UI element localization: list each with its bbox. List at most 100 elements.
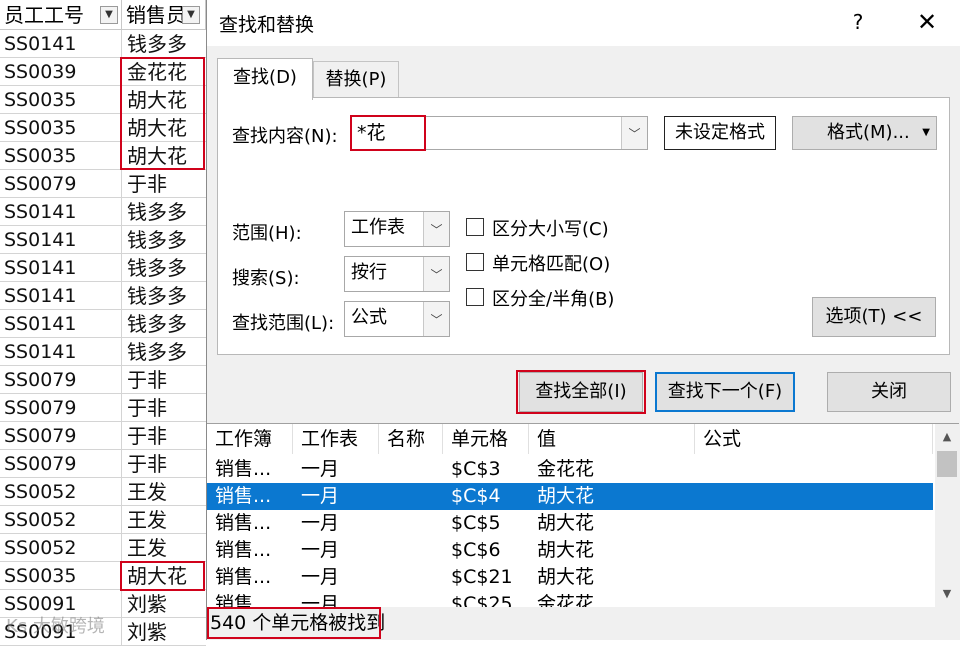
sheet-row[interactable]: SS0079 于非 (0, 170, 206, 198)
find-what-input[interactable]: *花 (357, 117, 386, 149)
search-order-select[interactable]: 按行 ﹀ (344, 256, 450, 292)
salesperson-cell[interactable]: 刘紫 (122, 590, 206, 618)
sheet-row[interactable]: SS0141 钱多多 (0, 338, 206, 366)
find-next-button[interactable]: 查找下一个(F) (655, 372, 795, 412)
match-cell-checkbox[interactable] (466, 253, 484, 271)
tab-replace[interactable]: 替换(P) (313, 61, 399, 98)
salesperson-cell[interactable]: 于非 (122, 394, 206, 422)
salesperson-cell[interactable]: 金花花 (122, 58, 206, 86)
sheet-row[interactable]: SS0052 王发 (0, 506, 206, 534)
salesperson-cell[interactable]: 钱多多 (122, 282, 206, 310)
employee-id-cell[interactable]: SS0035 (0, 142, 122, 170)
format-button[interactable]: 格式(M)... ▼ (792, 116, 937, 150)
results-column-header[interactable]: 单元格 (443, 424, 529, 454)
results-column-header[interactable]: 名称 (379, 424, 443, 454)
salesperson-cell[interactable]: 钱多多 (122, 254, 206, 282)
results-column-header[interactable]: 值 (529, 424, 695, 454)
employee-id-cell[interactable]: SS0079 (0, 450, 122, 478)
sheet-row[interactable]: SS0035 胡大花 (0, 142, 206, 170)
employee-id-cell[interactable]: SS0141 (0, 198, 122, 226)
close-icon[interactable]: ✕ (914, 8, 940, 36)
find-what-combobox[interactable]: *花 ﹀ (350, 116, 648, 150)
salesperson-cell[interactable]: 钱多多 (122, 30, 206, 58)
results-scrollbar[interactable]: ▲ ▼ (935, 424, 959, 607)
result-row[interactable]: 销售... 一月 $C$21 胡大花 (207, 564, 933, 591)
sheet-row[interactable]: SS0141 钱多多 (0, 254, 206, 282)
results-column-header[interactable]: 工作表 (293, 424, 379, 454)
result-row[interactable]: 销售... 一月 $C$3 金花花 (207, 456, 933, 483)
salesperson-cell[interactable]: 于非 (122, 450, 206, 478)
scope-select[interactable]: 工作表 ﹀ (344, 211, 450, 247)
employee-id-cell[interactable]: SS0035 (0, 562, 122, 590)
result-row[interactable]: 销售... 一月 $C$6 胡大花 (207, 537, 933, 564)
match-case-checkbox[interactable] (466, 218, 484, 236)
employee-id-cell[interactable]: SS0079 (0, 422, 122, 450)
salesperson-cell[interactable]: 钱多多 (122, 310, 206, 338)
salesperson-cell[interactable]: 钱多多 (122, 338, 206, 366)
help-icon[interactable]: ? (850, 10, 866, 34)
result-row[interactable]: 销售... 一月 $C$5 胡大花 (207, 510, 933, 537)
filter-dropdown-icon[interactable]: ▼ (182, 6, 200, 24)
sheet-row[interactable]: SS0079 于非 (0, 422, 206, 450)
sheet-row[interactable]: SS0141 钱多多 (0, 30, 206, 58)
look-in-select[interactable]: 公式 ﹀ (344, 301, 450, 337)
salesperson-cell[interactable]: 王发 (122, 506, 206, 534)
close-button[interactable]: 关闭 (827, 372, 951, 412)
sheet-row[interactable]: SS0035 胡大花 (0, 114, 206, 142)
dialog-titlebar[interactable]: 查找和替换 ? ✕ (207, 0, 960, 46)
options-button[interactable]: 选项(T) << (812, 297, 936, 337)
salesperson-cell[interactable]: 于非 (122, 422, 206, 450)
salesperson-cell[interactable]: 王发 (122, 534, 206, 562)
scroll-down-icon[interactable]: ▼ (935, 583, 959, 605)
salesperson-cell[interactable]: 于非 (122, 366, 206, 394)
salesperson-cell[interactable]: 刘紫 (122, 618, 206, 646)
chevron-down-icon[interactable]: ﹀ (423, 212, 449, 246)
sheet-row[interactable]: SS0052 王发 (0, 534, 206, 562)
sheet-row[interactable]: SS0141 钱多多 (0, 310, 206, 338)
salesperson-cell[interactable]: 胡大花 (122, 142, 206, 170)
sheet-row[interactable]: SS0141 钱多多 (0, 226, 206, 254)
salesperson-cell[interactable]: 胡大花 (122, 114, 206, 142)
employee-id-cell[interactable]: SS0141 (0, 226, 122, 254)
employee-id-cell[interactable]: SS0141 (0, 254, 122, 282)
results-list[interactable]: 工作簿 工作表 名称 单元格值公式 销售... 一月 $C$3 金花花 销售... 一月 $C$4… (207, 423, 959, 608)
tab-find[interactable]: 查找(D) (217, 58, 313, 100)
chevron-down-icon[interactable]: ﹀ (423, 302, 449, 336)
salesperson-cell[interactable]: 王发 (122, 478, 206, 506)
employee-id-cell[interactable]: SS0052 (0, 506, 122, 534)
results-column-header[interactable]: 工作簿 (207, 424, 293, 454)
employee-id-cell[interactable]: SS0141 (0, 282, 122, 310)
employee-id-cell[interactable]: SS0141 (0, 30, 122, 58)
sheet-row[interactable]: SS0141 钱多多 (0, 282, 206, 310)
salesperson-cell[interactable]: 于非 (122, 170, 206, 198)
result-row[interactable]: 销售... 一月 $C$25 金花花 (207, 591, 933, 607)
sheet-row[interactable]: SS0141 钱多多 (0, 198, 206, 226)
sheet-row[interactable]: SS0035 胡大花 (0, 562, 206, 590)
sheet-row[interactable]: SS0039 金花花 (0, 58, 206, 86)
employee-id-cell[interactable]: SS0035 (0, 114, 122, 142)
find-all-button[interactable]: 查找全部(I) (519, 372, 643, 412)
employee-id-cell[interactable]: SS0141 (0, 310, 122, 338)
employee-id-cell[interactable]: SS0079 (0, 366, 122, 394)
employee-id-cell[interactable]: SS0035 (0, 86, 122, 114)
sheet-row[interactable]: SS0079 于非 (0, 450, 206, 478)
salesperson-cell[interactable]: 胡大花 (122, 562, 206, 590)
employee-id-cell[interactable]: SS0079 (0, 394, 122, 422)
employee-id-cell[interactable]: SS0052 (0, 478, 122, 506)
scroll-thumb[interactable] (937, 451, 957, 477)
results-column-header[interactable]: 公式 (695, 424, 933, 454)
employee-id-cell[interactable]: SS0052 (0, 534, 122, 562)
employee-id-cell[interactable]: SS0039 (0, 58, 122, 86)
sheet-row[interactable]: SS0079 于非 (0, 394, 206, 422)
salesperson-cell[interactable]: 胡大花 (122, 86, 206, 114)
chevron-down-icon[interactable]: ﹀ (621, 117, 647, 149)
sheet-row[interactable]: SS0035 胡大花 (0, 86, 206, 114)
employee-id-cell[interactable]: SS0079 (0, 170, 122, 198)
chevron-down-icon[interactable]: ﹀ (423, 257, 449, 291)
result-row[interactable]: 销售... 一月 $C$4 胡大花 (207, 483, 933, 510)
filter-dropdown-icon[interactable]: ▼ (100, 6, 118, 24)
salesperson-cell[interactable]: 钱多多 (122, 198, 206, 226)
sheet-row[interactable]: SS0079 于非 (0, 366, 206, 394)
scroll-up-icon[interactable]: ▲ (935, 426, 959, 448)
sheet-row[interactable]: SS0052 王发 (0, 478, 206, 506)
